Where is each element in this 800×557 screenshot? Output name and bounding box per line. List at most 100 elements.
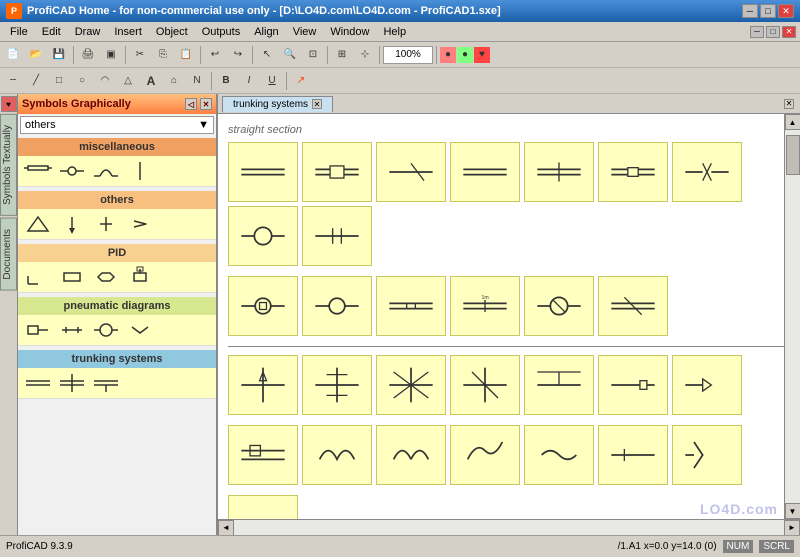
redo-button[interactable]: ↪ <box>227 44 249 66</box>
copy-button[interactable]: ⎘ <box>152 44 174 66</box>
canvas-sym-3[interactable] <box>376 142 446 202</box>
bold-button[interactable]: B <box>215 70 237 92</box>
symbol-others-4[interactable] <box>126 212 154 236</box>
menu-object[interactable]: Object <box>150 24 194 40</box>
canvas-sym-22[interactable] <box>376 355 446 415</box>
panel-restore[interactable]: □ <box>766 26 780 38</box>
zoom-in-button[interactable]: 🔍 <box>279 44 301 66</box>
menu-edit[interactable]: Edit <box>36 24 67 40</box>
text-button[interactable]: A <box>140 70 162 92</box>
vertical-scrollbar[interactable]: ▲ ▼ <box>784 114 800 519</box>
canvas-sym-31[interactable] <box>302 425 372 485</box>
canvas-sym-34[interactable] <box>524 425 594 485</box>
symbol-misc-3[interactable] <box>92 159 120 183</box>
canvas-sym-30[interactable] <box>228 425 298 485</box>
hscroll-left-button[interactable]: ◄ <box>218 520 234 536</box>
close-button[interactable]: ✕ <box>778 4 794 18</box>
canvas-sym-1[interactable] <box>228 142 298 202</box>
symbol-trunking-2[interactable] <box>58 371 86 395</box>
menu-draw[interactable]: Draw <box>69 24 107 40</box>
menu-help[interactable]: Help <box>377 24 412 40</box>
menu-align[interactable]: Align <box>248 24 284 40</box>
symbol-pid-3[interactable] <box>92 265 120 289</box>
canvas-sym-10[interactable] <box>228 276 298 336</box>
canvas-sym-4[interactable] <box>450 142 520 202</box>
minimize-button[interactable]: ─ <box>742 4 758 18</box>
circle-button[interactable]: ○ <box>71 70 93 92</box>
canvas-sym-14[interactable] <box>524 276 594 336</box>
canvas-sym-40[interactable] <box>228 495 298 519</box>
hscroll-track[interactable] <box>234 520 784 536</box>
canvas-content[interactable]: straight section <box>218 114 784 519</box>
cursor-button[interactable]: ↗ <box>290 70 312 92</box>
netname-button[interactable]: N <box>186 70 208 92</box>
symbol-pid-4[interactable] <box>126 265 154 289</box>
menu-window[interactable]: Window <box>324 24 375 40</box>
paste-button[interactable]: 📋 <box>175 44 197 66</box>
menu-file[interactable]: File <box>4 24 34 40</box>
canvas-sym-11[interactable] <box>302 276 372 336</box>
scroll-down-button[interactable]: ▼ <box>785 503 800 519</box>
canvas-sym-26[interactable] <box>672 355 742 415</box>
symbol-trunking-1[interactable] <box>24 371 52 395</box>
scroll-thumb[interactable] <box>786 135 800 175</box>
cut-button[interactable]: ✂ <box>129 44 151 66</box>
rect-button[interactable]: □ <box>48 70 70 92</box>
canvas-sym-6[interactable] <box>598 142 668 202</box>
tab-documents[interactable]: Documents <box>0 218 17 291</box>
symbol-pid-2[interactable] <box>58 265 86 289</box>
menu-outputs[interactable]: Outputs <box>196 24 247 40</box>
underline-button[interactable]: U <box>261 70 283 92</box>
symbol-pid-1[interactable] <box>24 265 52 289</box>
canvas-sym-36[interactable] <box>672 425 742 485</box>
canvas-sym-20[interactable] <box>228 355 298 415</box>
canvas-sym-23[interactable] <box>450 355 520 415</box>
canvas-sym-35[interactable] <box>598 425 668 485</box>
color2-button[interactable]: ● <box>457 47 473 63</box>
tab-symbols-textually[interactable]: Symbols Textually <box>0 114 17 216</box>
snap-button[interactable]: ⊹ <box>354 44 376 66</box>
canvas-sym-15[interactable] <box>598 276 668 336</box>
select-button[interactable]: ↖ <box>256 44 278 66</box>
canvas-sym-13[interactable]: 1m <box>450 276 520 336</box>
line-button[interactable]: ╱ <box>25 70 47 92</box>
symbols-dropdown[interactable]: others ▼ <box>20 116 214 134</box>
hscroll-right-button[interactable]: ► <box>784 520 800 536</box>
grid-button[interactable]: ⊞ <box>331 44 353 66</box>
symbol-others-1[interactable] <box>24 212 52 236</box>
undo-button[interactable]: ↩ <box>204 44 226 66</box>
menu-view[interactable]: View <box>287 24 323 40</box>
panel-close-button[interactable]: ✕ <box>200 98 212 110</box>
symbol-pneumatic-2[interactable] <box>58 318 86 342</box>
symbol-trunking-3[interactable] <box>92 371 120 395</box>
panel-minimize[interactable]: ─ <box>750 26 764 38</box>
canvas-sym-25[interactable] <box>598 355 668 415</box>
canvas-sym-33[interactable] <box>450 425 520 485</box>
label-button[interactable]: ⌂ <box>163 70 185 92</box>
canvas-sym-12[interactable] <box>376 276 446 336</box>
symbol-others-2[interactable] <box>58 212 86 236</box>
symbol-misc-2[interactable] <box>58 159 86 183</box>
save-button[interactable]: 💾 <box>48 44 70 66</box>
open-button[interactable]: 📂 <box>25 44 47 66</box>
zoom-fit-button[interactable]: ⊡ <box>302 44 324 66</box>
new-button[interactable]: 📄 <box>2 44 24 66</box>
heart-icon[interactable]: ♥ <box>1 96 17 112</box>
symbol-misc-1[interactable] <box>24 159 52 183</box>
restore-button[interactable]: □ <box>760 4 776 18</box>
canvas-sym-5[interactable] <box>524 142 594 202</box>
symbol-pneumatic-1[interactable] <box>24 318 52 342</box>
canvas-sym-7[interactable] <box>672 142 742 202</box>
canvas-sym-32[interactable] <box>376 425 446 485</box>
zoom-input[interactable] <box>383 46 433 64</box>
canvas-sym-8[interactable] <box>228 206 298 266</box>
menu-insert[interactable]: Insert <box>108 24 148 40</box>
horizontal-scrollbar[interactable]: ◄ ► <box>218 519 800 535</box>
symbol-pneumatic-4[interactable] <box>126 318 154 342</box>
canvas-tab-trunking[interactable]: trunking systems ✕ <box>222 96 333 112</box>
canvas-sym-2[interactable] <box>302 142 372 202</box>
panel-close[interactable]: ✕ <box>782 26 796 38</box>
panel-pin-button[interactable]: ◁ <box>185 98 197 110</box>
wire-button[interactable]: ╌ <box>2 70 24 92</box>
canvas-sym-24[interactable] <box>524 355 594 415</box>
